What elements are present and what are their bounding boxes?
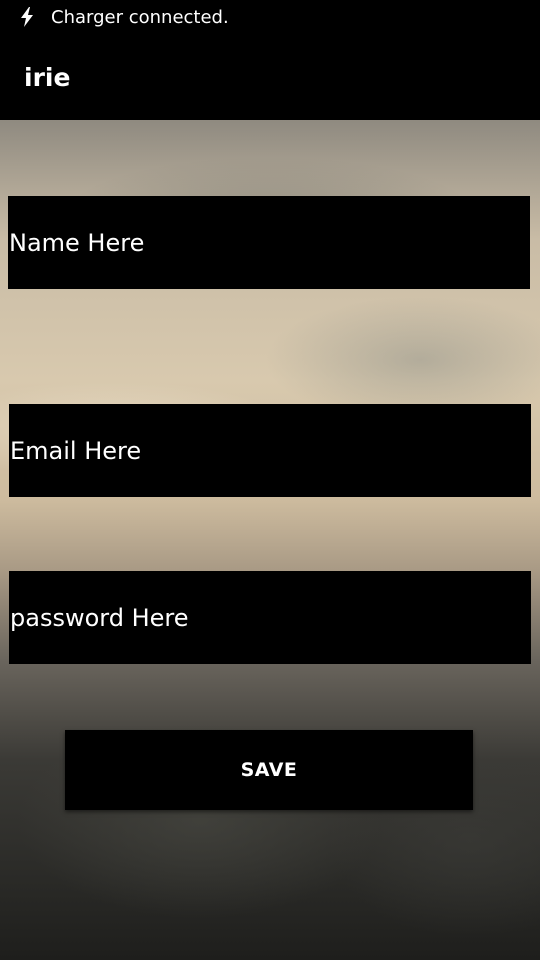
email-field-placeholder: Email Here xyxy=(10,436,142,465)
app-bar: irie xyxy=(0,38,540,120)
email-field[interactable]: Email Here xyxy=(9,404,531,497)
status-bar: Charger connected. xyxy=(0,0,540,38)
name-field[interactable]: Name Here xyxy=(8,196,530,289)
save-button-label: SAVE xyxy=(240,759,298,781)
form-screen: Name Here Email Here password Here SAVE xyxy=(0,120,540,960)
save-button[interactable]: SAVE xyxy=(65,730,473,810)
name-field-placeholder: Name Here xyxy=(9,228,145,257)
status-notification-text: Charger connected. xyxy=(51,7,229,28)
charger-icon xyxy=(21,7,33,27)
app-title: irie xyxy=(24,63,71,92)
password-field-placeholder: password Here xyxy=(10,603,189,632)
password-field[interactable]: password Here xyxy=(9,571,531,664)
